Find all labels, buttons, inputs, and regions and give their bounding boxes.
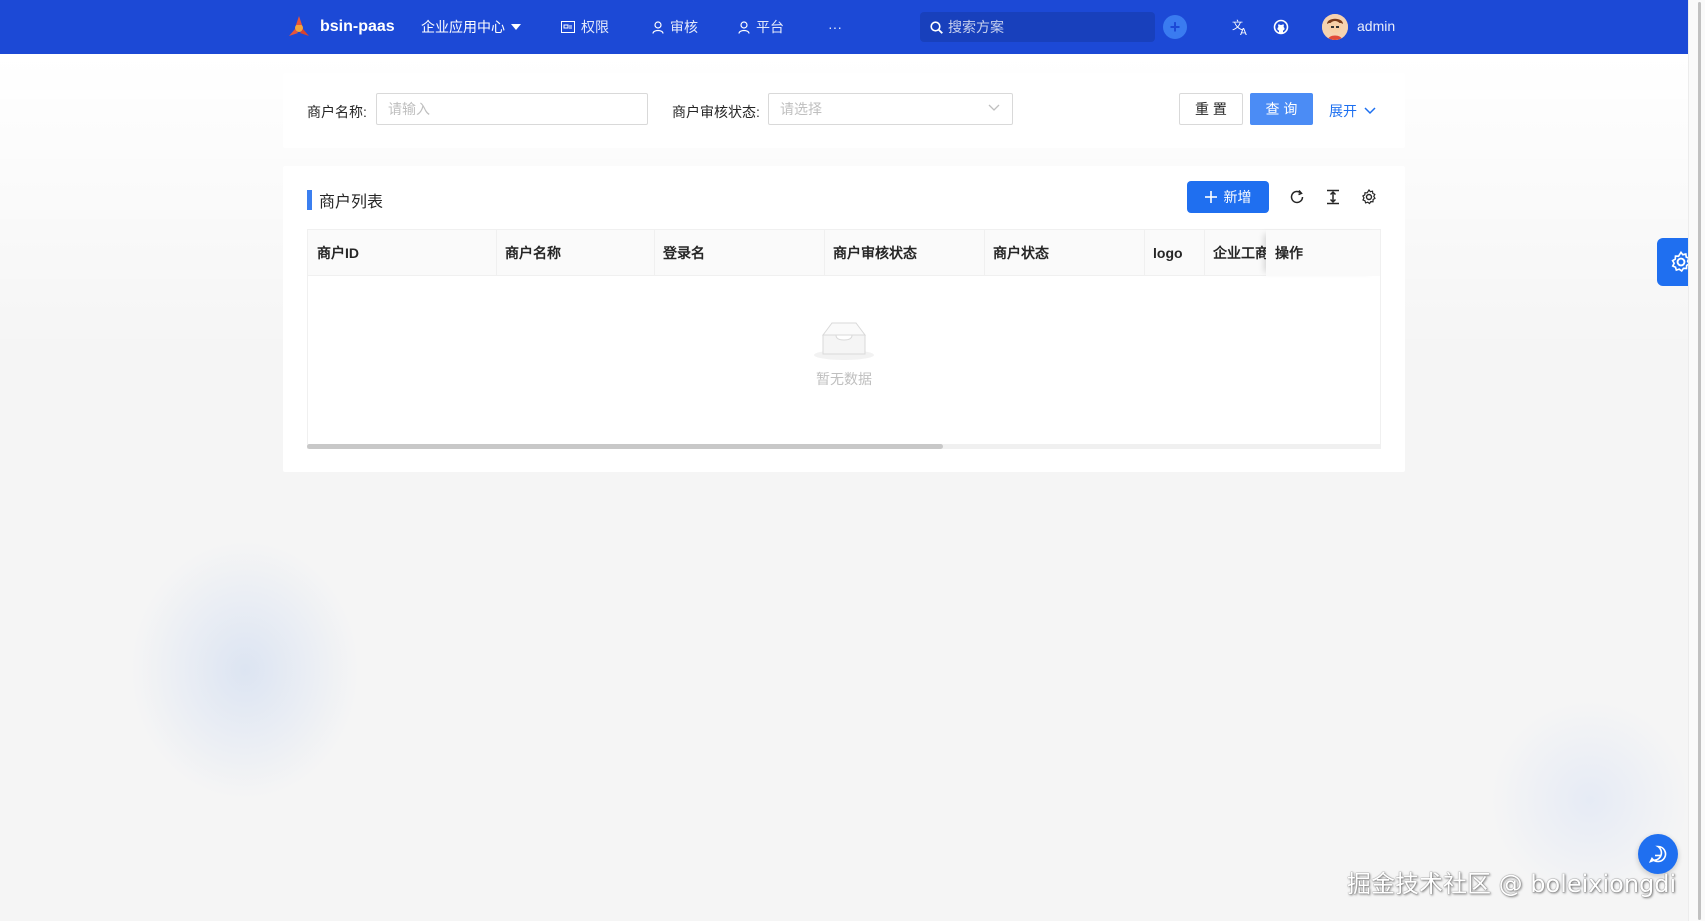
merchant-list-panel: 商户列表 新增 商户ID 商户名称 登录名 商户审核状态 商户状态 logo 企…: [283, 166, 1405, 472]
query-button-label: 查 询: [1265, 101, 1298, 117]
merchant-name-input[interactable]: 请输入: [376, 93, 648, 125]
audit-status-label: 商户审核状态:: [672, 104, 760, 120]
add-button-label: 新增: [1223, 189, 1252, 205]
chat-icon: [1648, 845, 1667, 863]
audit-status-select[interactable]: 请选择: [768, 93, 1013, 125]
page-scrollbar[interactable]: [1688, 0, 1705, 921]
empty-inbox-icon: [814, 322, 874, 360]
svg-text:A: A: [1240, 27, 1247, 36]
picture-icon: [561, 21, 575, 33]
nav-enterprise-app-center[interactable]: 企业应用中心: [421, 0, 521, 54]
chevron-down-icon: [1364, 107, 1376, 115]
plus-icon: [1204, 191, 1217, 203]
page-scrollbar-thumb[interactable]: [1698, 2, 1701, 920]
nav-label: 权限: [581, 19, 609, 35]
app-logo[interactable]: bsin-paas: [286, 14, 395, 40]
nav-more[interactable]: ···: [828, 0, 842, 54]
add-merchant-button[interactable]: 新增: [1187, 181, 1269, 213]
scrollbar-thumb[interactable]: [307, 444, 943, 449]
avatar[interactable]: [1322, 14, 1348, 40]
audit-status-placeholder: 请选择: [780, 101, 822, 117]
column-height-icon[interactable]: [1322, 186, 1344, 208]
column-header[interactable]: 企业工商: [1204, 230, 1266, 276]
settings-icon[interactable]: [1358, 186, 1380, 208]
column-header[interactable]: 商户状态: [984, 230, 1144, 276]
app-name: bsin-paas: [320, 18, 395, 35]
list-title: 商户列表: [307, 188, 383, 212]
add-icon[interactable]: +: [1163, 15, 1187, 39]
nav-audit[interactable]: 审核: [652, 0, 698, 54]
reset-button[interactable]: 重 置: [1179, 93, 1243, 125]
title-accent-bar: [307, 190, 312, 210]
empty-text: 暂无数据: [816, 370, 872, 387]
nav-label: 审核: [670, 19, 698, 35]
expand-label: 展开: [1329, 103, 1357, 119]
nav-platform[interactable]: 平台: [738, 0, 784, 54]
chevron-down-icon: [988, 104, 1000, 111]
filter-panel: 商户名称: 请输入 商户审核状态: 请选择 重 置 查 询 展开: [283, 73, 1405, 148]
merchant-table: 商户ID 商户名称 登录名 商户审核状态 商户状态 logo 企业工商 操作 暂…: [307, 229, 1381, 447]
empty-state: 暂无数据: [308, 277, 1380, 430]
column-header[interactable]: 商户名称: [496, 230, 654, 276]
list-title-text: 商户列表: [319, 194, 384, 211]
table-header: 商户ID 商户名称 登录名 商户审核状态 商户状态 logo 企业工商 操作: [308, 230, 1380, 276]
nav-permission[interactable]: 权限: [561, 0, 609, 54]
logo-icon: [289, 16, 309, 36]
top-navbar: bsin-paas 企业应用中心 权限 审核 平台 ··· 搜索方案 + 文A …: [0, 0, 1688, 54]
column-header[interactable]: 商户审核状态: [824, 230, 984, 276]
translate-icon[interactable]: 文A: [1230, 16, 1252, 38]
nav-label: 企业应用中心: [421, 19, 505, 35]
column-header[interactable]: 商户ID: [308, 230, 496, 276]
merchant-name-label: 商户名称:: [307, 104, 367, 120]
search-input[interactable]: 搜索方案: [920, 12, 1155, 42]
caret-down-icon: [511, 24, 521, 30]
horizontal-scrollbar[interactable]: [307, 444, 1381, 449]
reload-icon[interactable]: [1286, 186, 1308, 208]
background-decoration: [130, 540, 360, 800]
merchant-name-placeholder: 请输入: [388, 101, 430, 117]
user-icon: [738, 20, 750, 34]
search-placeholder: 搜索方案: [948, 19, 1004, 35]
watermark: 掘金技术社区 @ boleixiongdi: [1347, 870, 1677, 898]
nav-label: 平台: [756, 19, 784, 35]
column-header[interactable]: 登录名: [654, 230, 824, 276]
query-button[interactable]: 查 询: [1250, 93, 1313, 125]
user-icon: [652, 20, 664, 34]
reset-button-label: 重 置: [1195, 101, 1227, 117]
username[interactable]: admin: [1357, 18, 1395, 34]
search-icon: [930, 20, 943, 34]
column-header[interactable]: 操作: [1266, 230, 1380, 276]
more-icon: ···: [828, 19, 842, 35]
column-header[interactable]: logo: [1144, 230, 1204, 276]
github-icon[interactable]: [1270, 16, 1292, 38]
expand-toggle[interactable]: 展开: [1329, 101, 1376, 121]
